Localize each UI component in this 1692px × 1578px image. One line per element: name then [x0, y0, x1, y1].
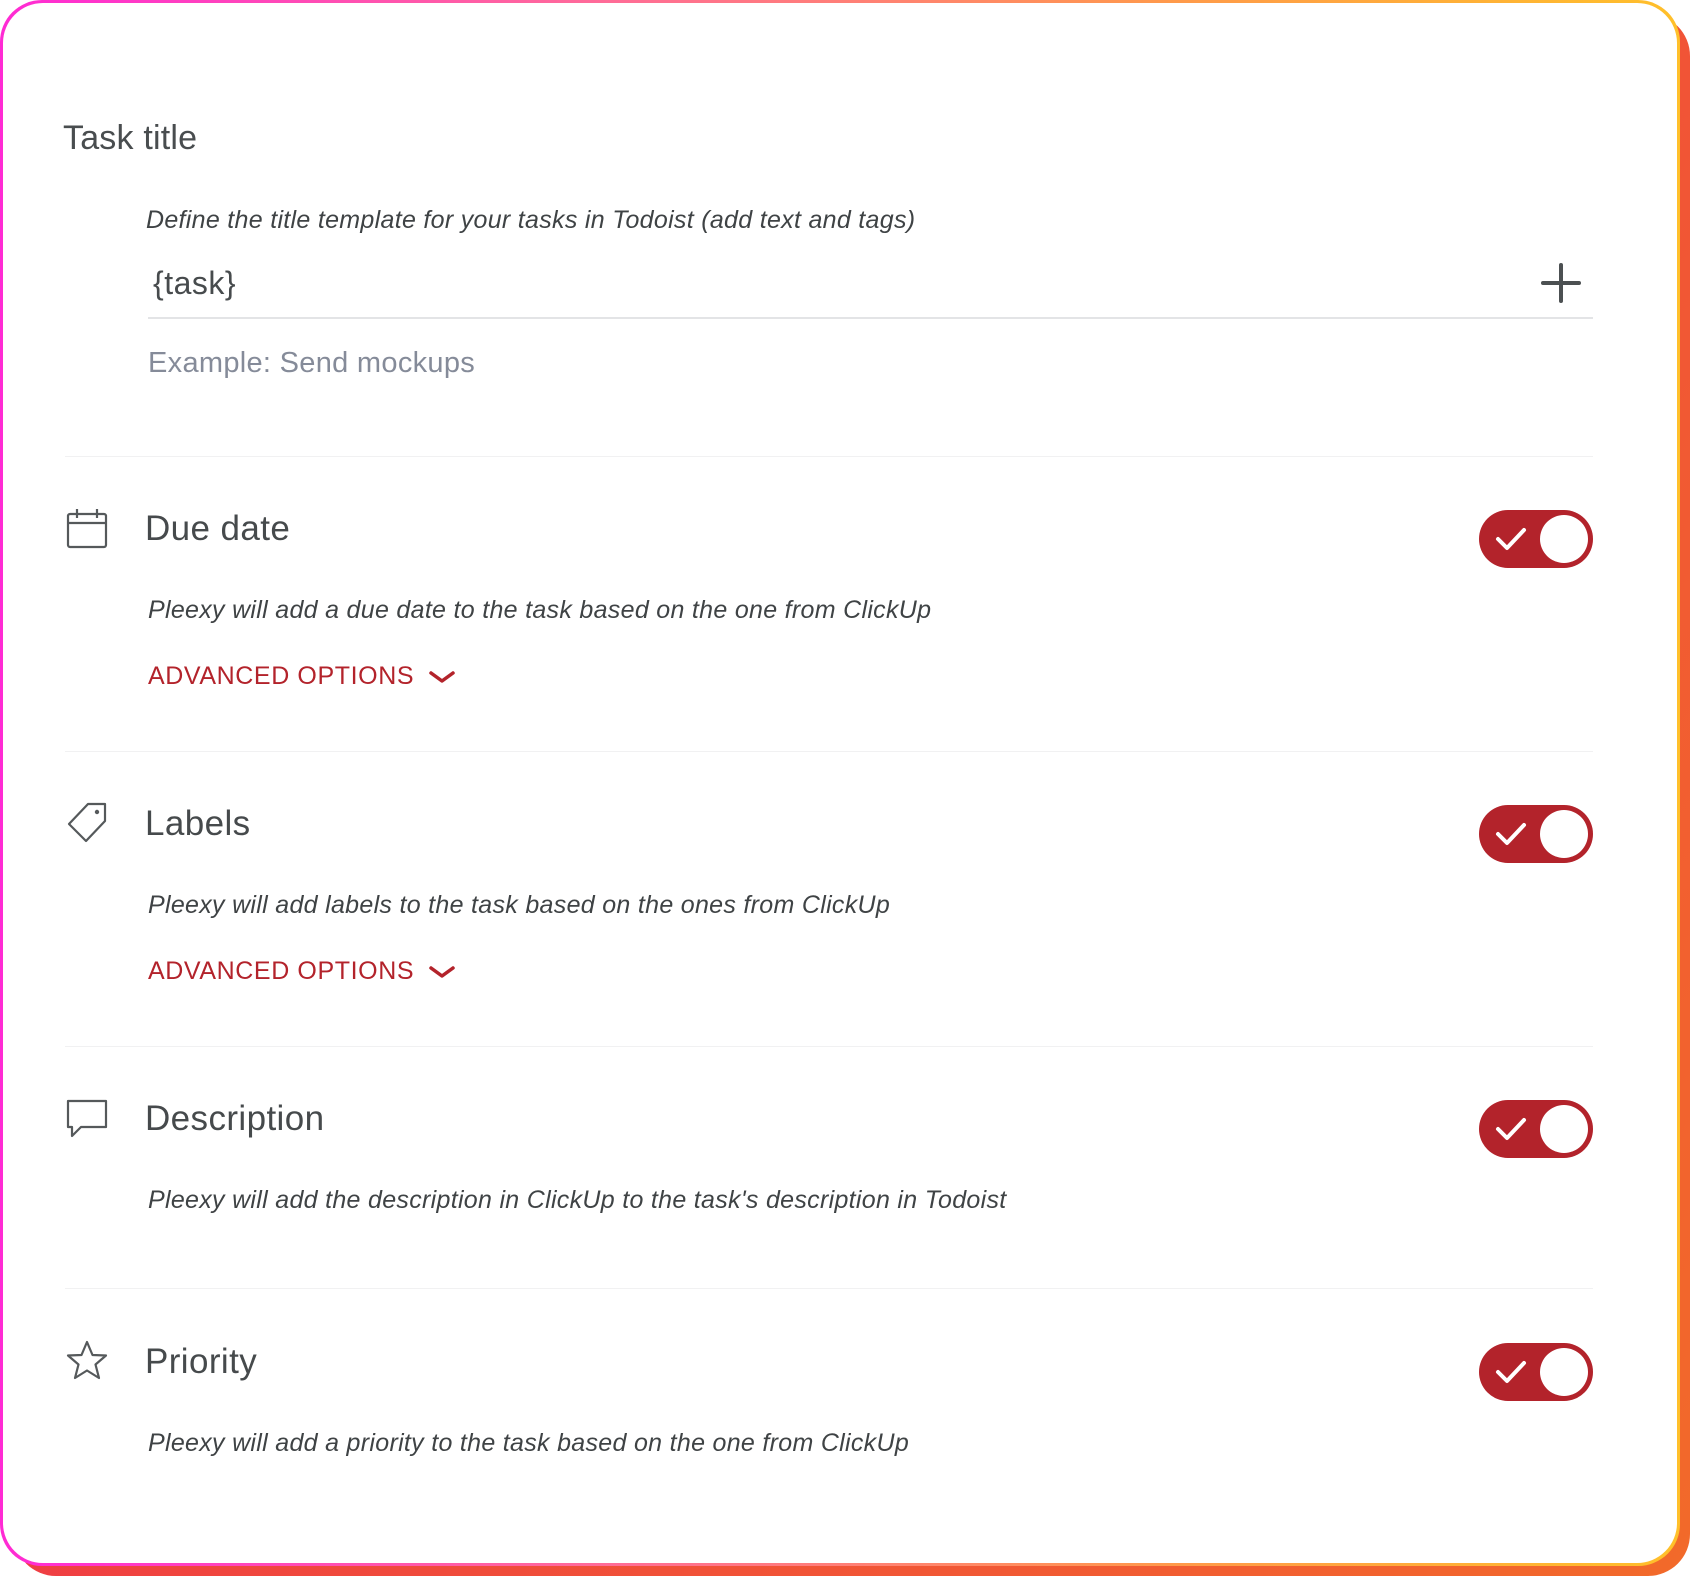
due-date-advanced-options[interactable]: ADVANCED OPTIONS: [148, 662, 456, 691]
settings-panel-frame: Task title Define the title template for…: [0, 0, 1692, 1578]
check-icon: [1496, 528, 1526, 550]
card-border: Task title Define the title template for…: [0, 0, 1680, 1566]
task-title-input-value[interactable]: {task}: [153, 265, 236, 302]
task-title-description: Define the title template for your tasks…: [146, 206, 916, 234]
labels-advanced-options[interactable]: ADVANCED OPTIONS: [148, 957, 456, 986]
check-icon: [1496, 823, 1526, 845]
due-date-toggle[interactable]: [1479, 510, 1593, 568]
divider: [65, 456, 1593, 457]
task-title-input[interactable]: {task}: [148, 243, 1593, 319]
setting-description: Pleexy will add labels to the task based…: [148, 891, 891, 919]
advanced-options-label[interactable]: ADVANCED OPTIONS: [148, 662, 414, 690]
setting-title: Labels: [145, 804, 251, 843]
settings-card: Task title Define the title template for…: [3, 3, 1677, 1563]
description-toggle[interactable]: [1479, 1100, 1593, 1158]
setting-description: Pleexy will add a due date to the task b…: [148, 596, 932, 624]
setting-description: Pleexy will add the description in Click…: [148, 1186, 1007, 1214]
calendar-icon: [66, 509, 108, 549]
task-title-example: Example: Send mockups: [148, 347, 476, 379]
setting-description: Pleexy will add a priority to the task b…: [148, 1429, 910, 1457]
toggle-knob: [1540, 1105, 1588, 1153]
toggle-knob: [1540, 810, 1588, 858]
setting-title: Priority: [145, 1342, 258, 1381]
setting-title: Due date: [145, 509, 291, 548]
chevron-down-icon[interactable]: [428, 669, 456, 685]
setting-title: Description: [145, 1099, 325, 1138]
divider: [65, 1046, 1593, 1047]
toggle-knob: [1540, 1348, 1588, 1396]
star-icon: [66, 1340, 108, 1380]
priority-toggle[interactable]: [1479, 1343, 1593, 1401]
check-icon: [1496, 1118, 1526, 1140]
advanced-options-label[interactable]: ADVANCED OPTIONS: [148, 957, 414, 985]
divider: [65, 751, 1593, 752]
add-tag-button[interactable]: [1541, 263, 1581, 303]
toggle-knob: [1540, 515, 1588, 563]
task-title-heading: Task title: [63, 119, 198, 157]
labels-toggle[interactable]: [1479, 805, 1593, 863]
tag-icon: [67, 802, 107, 843]
check-icon: [1496, 1361, 1526, 1383]
comment-icon: [66, 1099, 108, 1138]
chevron-down-icon[interactable]: [428, 964, 456, 980]
divider: [65, 1288, 1593, 1289]
